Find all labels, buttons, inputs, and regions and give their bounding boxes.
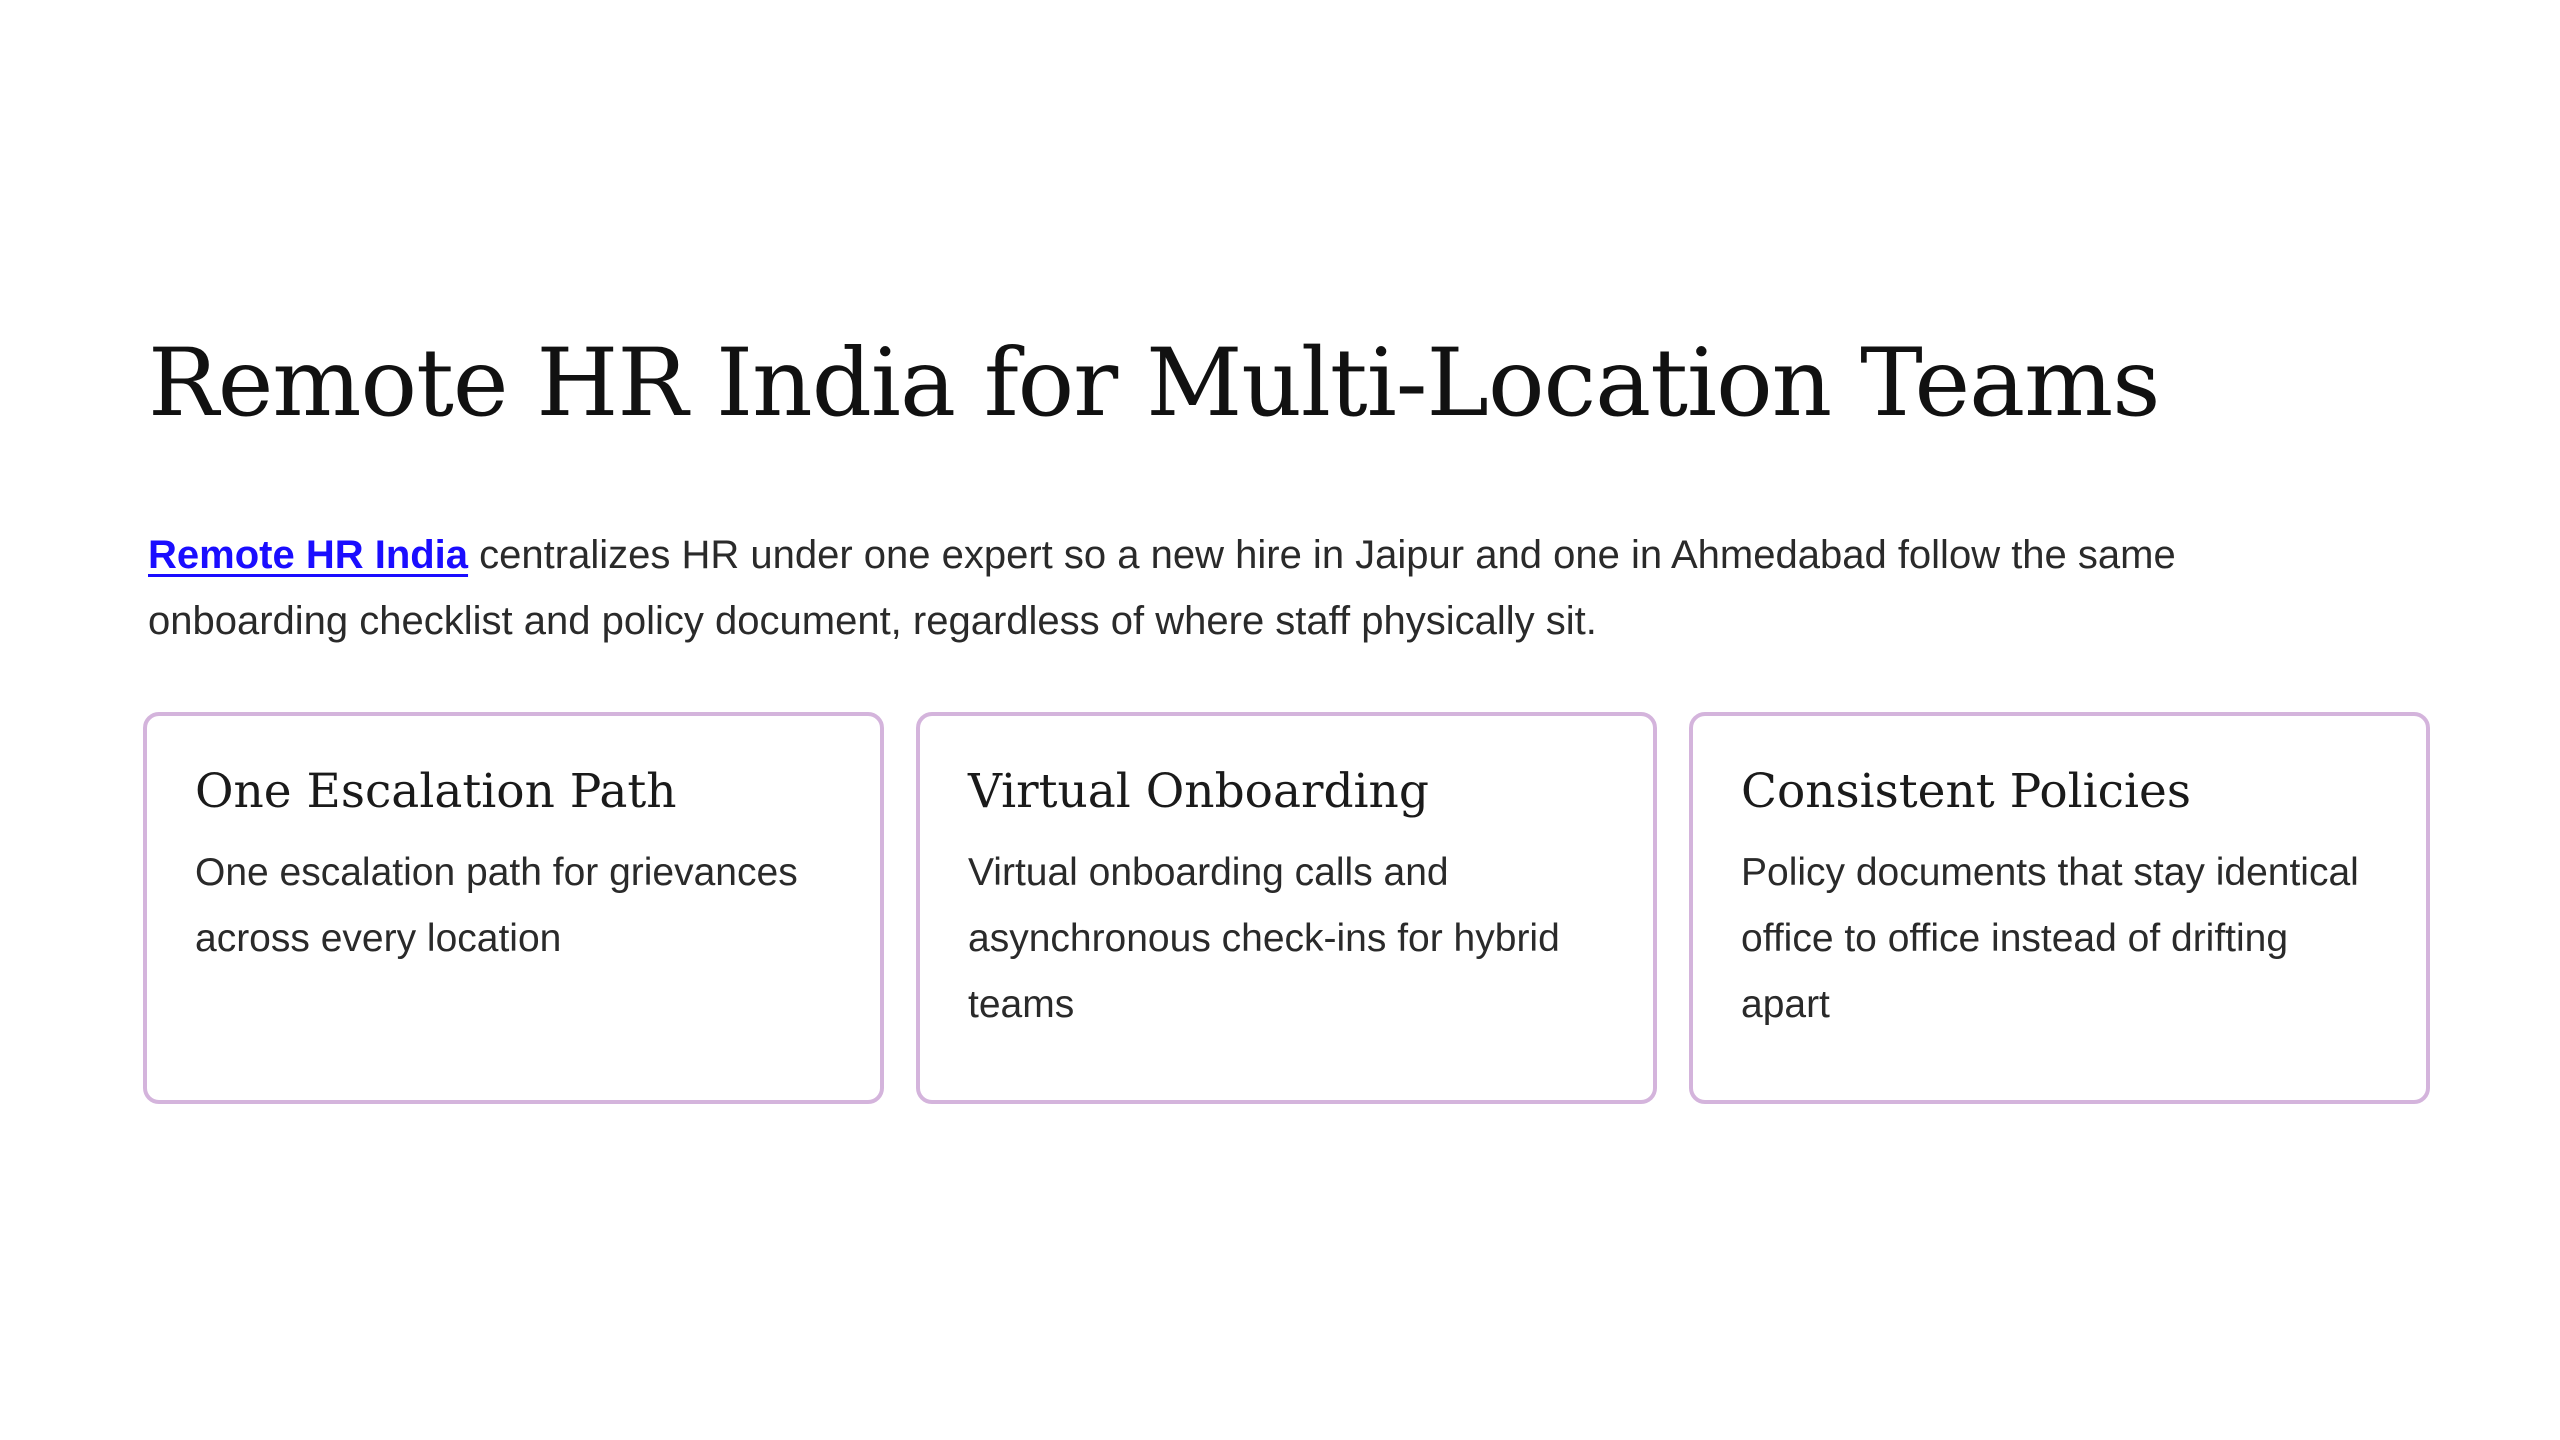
page-title: Remote HR India for Multi-Location Teams: [148, 329, 2161, 438]
card-virtual-onboarding: Virtual Onboarding Virtual onboarding ca…: [916, 712, 1657, 1105]
card-title: One Escalation Path: [195, 764, 677, 820]
card-title: Virtual Onboarding: [968, 764, 1429, 820]
remote-hr-section: Remote HR India for Multi-Location Teams…: [143, 329, 2431, 1105]
remote-hr-india-link[interactable]: Remote HR India: [148, 533, 468, 577]
card-consistent-policies: Consistent Policies Policy documents tha…: [1689, 712, 2430, 1105]
card-title: Consistent Policies: [1741, 764, 2191, 820]
card-text: One escalation path for grievances acros…: [195, 851, 798, 961]
card-text: Virtual onboarding calls and asynchronou…: [968, 851, 1560, 1027]
card-one-escalation-path: One Escalation Path One escalation path …: [143, 712, 884, 1105]
intro-paragraph: Remote HR India centralizes HR under one…: [148, 522, 2348, 654]
card-text: Policy documents that stay identical off…: [1741, 851, 2359, 1027]
feature-cards: One Escalation Path One escalation path …: [143, 712, 2431, 1105]
